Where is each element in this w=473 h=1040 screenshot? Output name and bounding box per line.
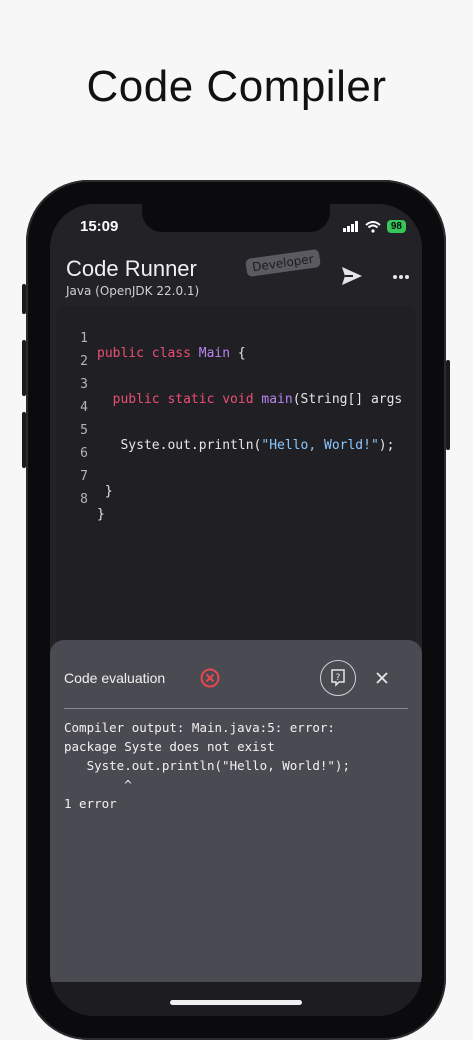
code-line: 7 }	[56, 454, 416, 499]
language-subtitle: Java (OpenJDK 22.0.1)	[66, 284, 200, 298]
more-icon[interactable]	[392, 268, 410, 286]
help-button[interactable]: ?	[320, 660, 356, 696]
divider	[64, 708, 408, 709]
code-line: 6	[56, 431, 416, 461]
notch	[142, 204, 330, 232]
code-line: 8 }	[56, 477, 416, 522]
send-icon[interactable]	[340, 264, 364, 288]
error-circle-icon	[200, 668, 220, 688]
code-line: 1 public class Main {	[56, 316, 416, 361]
code-line: 5 Syste.out.println("Hello, World!");	[56, 408, 416, 453]
side-button-right	[446, 360, 450, 450]
code-text: }	[97, 507, 105, 522]
home-indicator[interactable]	[170, 1000, 302, 1005]
side-button-left-1	[22, 284, 26, 314]
phone-screen: 15:09 98 Code Runner Java (OpenJDK 22.0.…	[50, 204, 422, 1016]
line-number: 8	[80, 492, 88, 507]
side-button-left-3	[22, 412, 26, 468]
code-line: 3 public static void main(String[] args	[56, 362, 416, 407]
compiler-output: Compiler output: Main.java:5: error: pac…	[64, 720, 350, 811]
bottom-bar	[50, 982, 422, 1016]
phone-frame: 15:09 98 Code Runner Java (OpenJDK 22.0.…	[22, 180, 450, 1040]
side-button-left-2	[22, 340, 26, 396]
battery-badge: 98	[386, 220, 406, 233]
panel-title: Code evaluation	[64, 670, 166, 686]
wifi-icon	[365, 220, 381, 233]
status-time: 15:09	[80, 218, 119, 235]
code-evaluation-panel: Code evaluation ? Compiler output: Main.…	[50, 640, 422, 982]
code-line: 4	[56, 385, 416, 415]
hero-title: Code Compiler	[86, 62, 387, 111]
status-icons: 98	[342, 220, 406, 233]
svg-text:?: ?	[336, 673, 341, 683]
developer-badge: Developer	[245, 248, 321, 278]
app-title: Code Runner	[66, 256, 197, 281]
help-icon: ?	[331, 669, 345, 687]
code-line: 2	[56, 339, 416, 369]
close-icon[interactable]	[374, 670, 390, 686]
signal-icon	[342, 221, 358, 232]
